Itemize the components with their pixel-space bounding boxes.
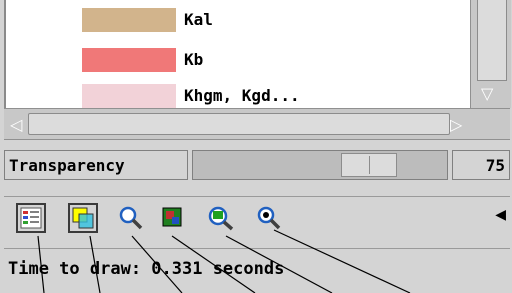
legend-swatch xyxy=(82,84,176,108)
find-icon xyxy=(257,206,281,230)
layer-transparency-icon xyxy=(72,207,94,229)
horizontal-scroll-thumb[interactable] xyxy=(28,113,450,135)
legend-list-button[interactable] xyxy=(16,203,46,233)
transparency-slider[interactable] xyxy=(192,150,448,180)
legend-label: Kal xyxy=(184,10,213,29)
legend-list[interactable]: Kal Kb Khgm, Kgd... xyxy=(4,0,470,108)
legend-swatch xyxy=(82,8,176,32)
transparency-label: Transparency xyxy=(4,150,188,180)
legend-list-icon xyxy=(20,207,42,229)
scroll-right-icon[interactable]: ▷ xyxy=(450,115,462,134)
raster-view-button[interactable] xyxy=(158,203,188,233)
transparency-control: Transparency 75 xyxy=(4,146,510,186)
status-bar: Time to draw: 0.331 seconds xyxy=(4,248,510,288)
layer-controls-panel: Kal Kb Khgm, Kgd... ▽ ◁ ▷ Transparency 7… xyxy=(0,0,512,293)
zoom-to-layer-icon xyxy=(208,206,234,231)
vertical-scrollbar[interactable]: ▽ xyxy=(470,0,511,108)
scroll-down-icon[interactable]: ▽ xyxy=(481,84,493,103)
zoom-to-layer-button[interactable] xyxy=(206,203,236,233)
raster-view-icon xyxy=(162,207,182,227)
transparency-value-field[interactable]: 75 xyxy=(452,150,510,180)
zoom-icon xyxy=(119,206,143,230)
layer-toolbar: ◀ xyxy=(4,196,510,243)
legend-label: Khgm, Kgd... xyxy=(184,86,300,105)
transparency-slider-thumb[interactable] xyxy=(340,153,397,177)
legend-swatch xyxy=(82,48,176,72)
triangle-left-icon[interactable]: ◀ xyxy=(495,207,506,223)
layer-transparency-button[interactable] xyxy=(68,203,98,233)
find-button[interactable] xyxy=(254,203,284,233)
legend-label: Kb xyxy=(184,50,204,69)
zoom-button[interactable] xyxy=(116,203,146,233)
scroll-left-icon[interactable]: ◁ xyxy=(10,115,22,134)
horizontal-scrollbar[interactable]: ◁ ▷ xyxy=(4,108,510,140)
vertical-scroll-thumb[interactable] xyxy=(477,0,507,81)
